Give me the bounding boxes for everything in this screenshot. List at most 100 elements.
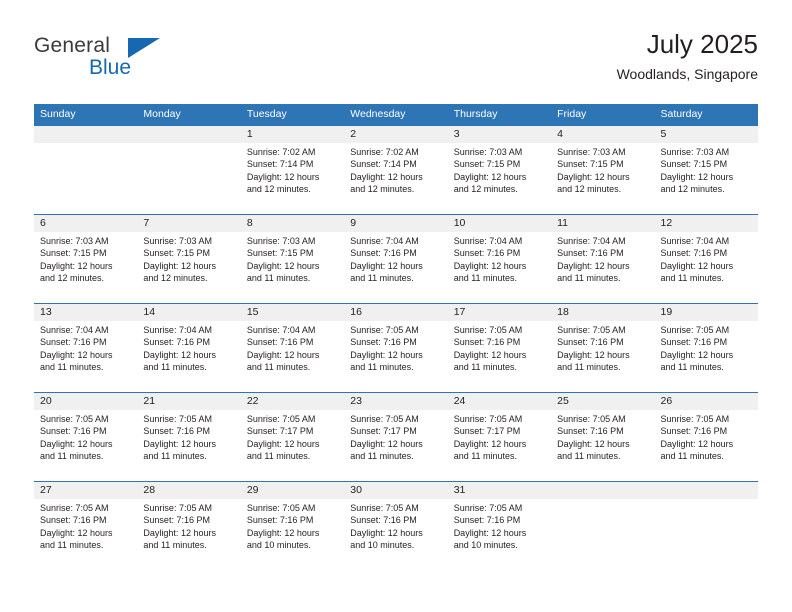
day-cell-15[interactable]: 15 Sunrise: 7:04 AM Sunset: 7:16 PM Dayligh… [240, 304, 345, 392]
day-number: 8 [240, 215, 345, 232]
day-cell-6[interactable]: 6 Sunrise: 7:03 AM Sunset: 7:15 PM Daylight… [34, 215, 138, 303]
day-cell-26[interactable]: 26 Sunrise: 7:05 AM Sunset: 7:16 PM Dayligh… [654, 393, 758, 481]
day-number: 1 [240, 126, 345, 143]
day-number: 2 [344, 126, 448, 143]
day-number: 7 [137, 215, 241, 232]
day-detail-line: Sunrise: 7:05 AM [350, 503, 419, 513]
brand-logo[interactable]: General Blue [34, 34, 214, 90]
day-detail-line: Sunset: 7:16 PM [40, 426, 107, 437]
day-cell-16[interactable]: 16 Sunrise: 7:05 AM Sunset: 7:16 PM Dayligh… [344, 304, 448, 392]
day-cell-2[interactable]: 2 Sunrise: 7:02 AM Sunset: 7:14 PM Daylight… [344, 126, 448, 214]
day-cell-27[interactable]: 27 Sunrise: 7:05 AM Sunset: 7:16 PM Dayligh… [34, 482, 138, 570]
page-subtitle: Woodlands, Singapore [616, 66, 758, 82]
calendar-page: General Blue July 2025 Woodlands, Singap… [0, 0, 792, 612]
day-detail-line: Sunset: 7:14 PM [246, 159, 314, 170]
day-detail-line: Sunset: 7:16 PM [350, 515, 417, 526]
day-detail-line: Sunrise: 7:05 AM [40, 503, 109, 513]
day-detail-line: Sunset: 7:14 PM [350, 159, 417, 170]
day-cell-31[interactable]: 31 Sunrise: 7:05 AM Sunset: 7:16 PM Dayligh… [447, 482, 552, 570]
day-detail-line: and 11 minutes. [557, 273, 621, 284]
day-detail-line: Sunrise: 7:04 AM [350, 236, 419, 246]
day-detail-line: and 11 minutes. [453, 362, 518, 373]
day-cell-8[interactable]: 8 Sunrise: 7:03 AM Sunset: 7:15 PM Daylight… [240, 215, 345, 303]
day-cell-25[interactable]: 25 Sunrise: 7:05 AM Sunset: 7:16 PM Dayligh… [551, 393, 655, 481]
day-cell-9[interactable]: 9 Sunrise: 7:04 AM Sunset: 7:16 PM Daylight… [344, 215, 448, 303]
day-detail-line: Daylight: 12 hours [557, 438, 630, 449]
calendar-body: 1 Sunrise: 7:02 AM Sunset: 7:14 PM Daylight… [34, 125, 758, 570]
day-detail-line: Sunset: 7:16 PM [660, 426, 728, 437]
day-detail-line: and 12 minutes. [143, 273, 208, 284]
day-detail-line: Daylight: 12 hours [660, 260, 734, 271]
day-details: Sunrise: 7:04 AM Sunset: 7:16 PM Daylight:… [137, 321, 240, 374]
day-details: Sunrise: 7:04 AM Sunset: 7:16 PM Daylight:… [655, 232, 758, 285]
day-detail-line: Sunset: 7:17 PM [350, 426, 417, 437]
day-number: 22 [240, 393, 345, 410]
day-cell-23[interactable]: 23 Sunrise: 7:05 AM Sunset: 7:17 PM Dayligh… [344, 393, 448, 481]
day-details [551, 499, 654, 502]
day-cell-28[interactable]: 28 Sunrise: 7:05 AM Sunset: 7:16 PM Dayligh… [137, 482, 241, 570]
day-detail-line: Sunrise: 7:03 AM [557, 147, 626, 157]
day-detail-line: and 11 minutes. [40, 540, 104, 551]
day-detail-line: Daylight: 12 hours [143, 438, 216, 449]
day-detail-line: Sunrise: 7:03 AM [246, 236, 316, 246]
day-detail-line: and 11 minutes. [453, 273, 518, 284]
day-cell-24[interactable]: 24 Sunrise: 7:05 AM Sunset: 7:17 PM Dayligh… [447, 393, 552, 481]
day-cell-18[interactable]: 18 Sunrise: 7:05 AM Sunset: 7:16 PM Dayligh… [551, 304, 655, 392]
triangle-icon [128, 38, 160, 58]
day-number: 18 [551, 304, 655, 321]
day-number: 31 [447, 482, 552, 499]
day-cell-14[interactable]: 14 Sunrise: 7:04 AM Sunset: 7:16 PM Dayligh… [137, 304, 241, 392]
day-cell-21[interactable]: 21 Sunrise: 7:05 AM Sunset: 7:16 PM Dayligh… [137, 393, 241, 481]
day-detail-line: Sunrise: 7:04 AM [660, 236, 730, 246]
day-detail-line: Daylight: 12 hours [40, 527, 113, 538]
day-detail-line: Sunset: 7:16 PM [557, 337, 624, 348]
day-detail-line: Sunrise: 7:05 AM [143, 503, 212, 513]
day-details: Sunrise: 7:05 AM Sunset: 7:16 PM Daylight:… [655, 410, 758, 463]
day-number: 5 [654, 126, 758, 143]
day-detail-line: Daylight: 12 hours [557, 171, 630, 182]
day-number: 6 [34, 215, 138, 232]
day-details: Sunrise: 7:05 AM Sunset: 7:16 PM Daylight:… [448, 499, 551, 552]
day-details: Sunrise: 7:04 AM Sunset: 7:16 PM Daylight:… [34, 321, 137, 374]
day-details: Sunrise: 7:05 AM Sunset: 7:16 PM Daylight:… [448, 321, 551, 374]
day-cell-30[interactable]: 30 Sunrise: 7:05 AM Sunset: 7:16 PM Dayligh… [344, 482, 448, 570]
day-cell-12[interactable]: 12 Sunrise: 7:04 AM Sunset: 7:16 PM Dayligh… [654, 215, 758, 303]
day-cell-3[interactable]: 3 Sunrise: 7:03 AM Sunset: 7:15 PM Daylight… [447, 126, 552, 214]
day-detail-line: Daylight: 12 hours [246, 260, 320, 271]
day-cell-20[interactable]: 20 Sunrise: 7:05 AM Sunset: 7:16 PM Dayligh… [34, 393, 138, 481]
day-detail-line: Sunset: 7:15 PM [246, 248, 314, 259]
day-detail-line: Sunrise: 7:05 AM [453, 325, 523, 335]
day-cell-19[interactable]: 19 Sunrise: 7:05 AM Sunset: 7:16 PM Dayligh… [654, 304, 758, 392]
day-number: 27 [34, 482, 138, 499]
day-details: Sunrise: 7:03 AM Sunset: 7:15 PM Daylight:… [448, 143, 551, 196]
day-cell-4[interactable]: 4 Sunrise: 7:03 AM Sunset: 7:15 PM Daylight… [551, 126, 655, 214]
day-detail-line: Daylight: 12 hours [143, 527, 216, 538]
day-detail-line: Sunrise: 7:05 AM [557, 325, 626, 335]
day-cell-10[interactable]: 10 Sunrise: 7:04 AM Sunset: 7:16 PM Dayligh… [447, 215, 552, 303]
brand-name-top: General [34, 34, 111, 57]
day-detail-line: Daylight: 12 hours [350, 260, 423, 271]
day-detail-line: and 11 minutes. [557, 362, 621, 373]
day-cell-29[interactable]: 29 Sunrise: 7:05 AM Sunset: 7:16 PM Dayligh… [240, 482, 345, 570]
day-detail-line: Daylight: 12 hours [453, 438, 527, 449]
day-details [137, 143, 240, 146]
day-detail-line: Sunrise: 7:03 AM [143, 236, 212, 246]
day-details: Sunrise: 7:05 AM Sunset: 7:16 PM Daylight:… [551, 321, 654, 374]
calendar-week-row: 27 Sunrise: 7:05 AM Sunset: 7:16 PM Dayligh… [34, 481, 758, 570]
day-cell-5[interactable]: 5 Sunrise: 7:03 AM Sunset: 7:15 PM Daylight… [654, 126, 758, 214]
day-detail-line: Daylight: 12 hours [453, 260, 527, 271]
day-cell-13[interactable]: 13 Sunrise: 7:04 AM Sunset: 7:16 PM Dayligh… [34, 304, 138, 392]
day-detail-line: and 11 minutes. [143, 362, 207, 373]
day-detail-line: and 11 minutes. [350, 451, 414, 462]
day-cell-22[interactable]: 22 Sunrise: 7:05 AM Sunset: 7:17 PM Dayligh… [240, 393, 345, 481]
day-cell-17[interactable]: 17 Sunrise: 7:05 AM Sunset: 7:16 PM Dayligh… [447, 304, 552, 392]
day-cell-7[interactable]: 7 Sunrise: 7:03 AM Sunset: 7:15 PM Daylight… [137, 215, 241, 303]
day-detail-line: and 10 minutes. [453, 540, 518, 551]
calendar-week-row: 1 Sunrise: 7:02 AM Sunset: 7:14 PM Daylight… [34, 125, 758, 214]
day-detail-line: Sunset: 7:16 PM [246, 515, 314, 526]
day-detail-line: and 10 minutes. [246, 540, 311, 551]
day-cell-11[interactable]: 11 Sunrise: 7:04 AM Sunset: 7:16 PM Dayligh… [551, 215, 655, 303]
day-detail-line: Daylight: 12 hours [350, 171, 423, 182]
day-details: Sunrise: 7:03 AM Sunset: 7:15 PM Daylight:… [137, 232, 240, 285]
day-cell-1[interactable]: 1 Sunrise: 7:02 AM Sunset: 7:14 PM Daylight… [240, 126, 345, 214]
